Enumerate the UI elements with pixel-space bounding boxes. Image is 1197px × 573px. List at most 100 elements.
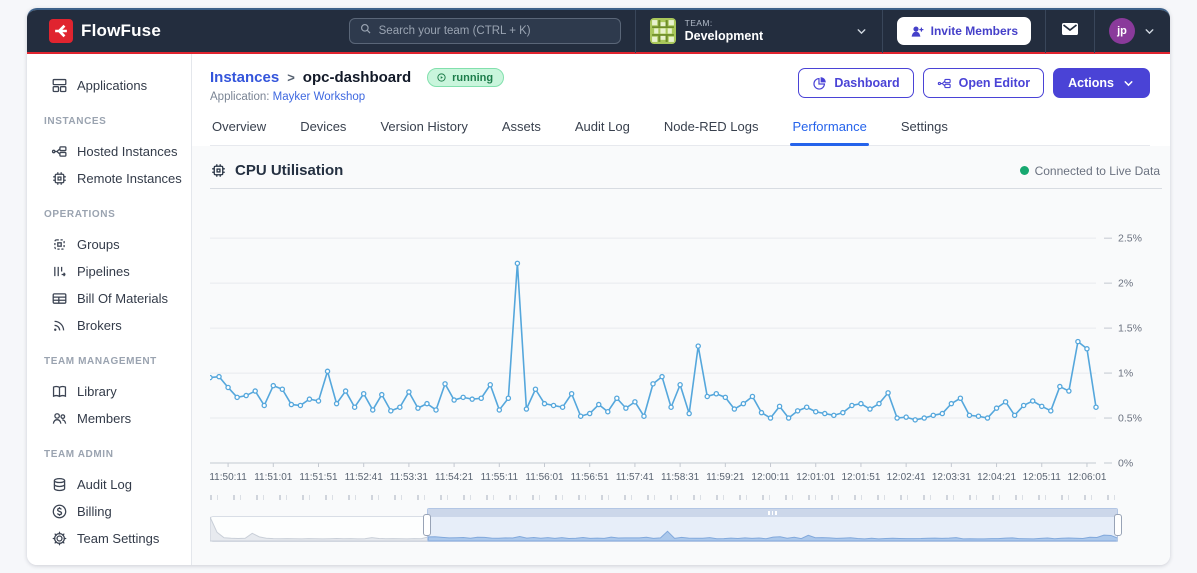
sidebar-item-team-settings[interactable]: Team Settings (27, 525, 191, 552)
gear-icon (52, 531, 67, 546)
brush-handle-left[interactable] (422, 514, 431, 536)
live-status: Connected to Live Data (1019, 164, 1160, 178)
tab-overview[interactable]: Overview (210, 119, 268, 145)
tab-assets[interactable]: Assets (500, 119, 543, 145)
breadcrumb-separator: > (287, 70, 295, 85)
envelope-icon (1060, 19, 1080, 44)
sidebar-item-label: Applications (77, 78, 148, 93)
team-label: TEAM: (684, 17, 713, 28)
brush-handle-right[interactable] (1114, 514, 1122, 536)
application-link[interactable]: Mayker Workshop (273, 91, 365, 103)
sidebar-item-label: Library (77, 384, 117, 399)
node-flow-icon (51, 146, 67, 157)
brush-selection[interactable] (426, 508, 1118, 542)
sidebar-item-label: Remote Instances (77, 171, 182, 186)
sidebar-item-label: Groups (77, 237, 120, 252)
sidebar-section-header: OPERATIONS (44, 209, 116, 220)
tab-version-history[interactable]: Version History (378, 119, 469, 145)
tab-performance[interactable]: Performance (790, 119, 870, 146)
page-header: Instances > opc-dashboard running Applic… (192, 54, 1170, 146)
user-menu[interactable]: jp (1109, 18, 1156, 44)
sidebar-item-label: Bill Of Materials (77, 291, 169, 306)
sidebar-item-hosted-instances[interactable]: Hosted Instances (27, 138, 191, 165)
database-icon (53, 477, 66, 492)
svg-text:11:51:51: 11:51:51 (299, 472, 338, 483)
actions-button[interactable]: Actions (1053, 68, 1150, 98)
svg-text:2%: 2% (1118, 278, 1133, 290)
team-search[interactable] (348, 18, 621, 44)
invite-members-button[interactable]: Invite Members (896, 17, 1031, 45)
svg-text:0%: 0% (1118, 458, 1133, 470)
sidebar-section-header: TEAM MANAGEMENT (44, 356, 157, 367)
team-name: Development (684, 28, 764, 43)
team-selector[interactable]: TEAM: Development (649, 17, 868, 44)
sidebar-item-groups[interactable]: Groups (27, 231, 191, 258)
svg-text:2.5%: 2.5% (1118, 233, 1142, 245)
members-icon (52, 413, 67, 424)
team-avatar-identicon (649, 18, 676, 44)
sidebar-item-label: Audit Log (77, 477, 132, 492)
notifications-mail-button[interactable] (1060, 19, 1080, 44)
instance-name: opc-dashboard (302, 69, 412, 86)
tab-settings[interactable]: Settings (899, 119, 950, 145)
svg-text:12:01:51: 12:01:51 (841, 472, 880, 483)
svg-text:1.5%: 1.5% (1118, 323, 1142, 335)
svg-text:12:00:11: 12:00:11 (751, 472, 790, 483)
sidebar-item-label: Billing (77, 504, 112, 519)
sidebar-item-label: Brokers (77, 318, 122, 333)
sidebar-item-library[interactable]: Library (27, 378, 191, 405)
sidebar-nav: Applications INSTANCES Hosted Instances Rem… (27, 54, 192, 565)
applications-icon (52, 78, 67, 93)
sidebar-item-members[interactable]: Members (27, 405, 191, 432)
chip-icon (53, 172, 66, 185)
breadcrumb: Instances > opc-dashboard running (210, 68, 505, 87)
dashboard-button[interactable]: Dashboard (798, 68, 914, 98)
node-flow-icon (937, 78, 951, 88)
status-badge: running (427, 68, 505, 87)
sidebar-item-label: Hosted Instances (77, 144, 178, 159)
tab-devices[interactable]: Devices (298, 119, 348, 145)
sidebar-item-remote-instances[interactable]: Remote Instances (27, 165, 191, 192)
pie-chart-icon (813, 76, 827, 90)
top-navbar: FlowFuse Search your team (CTRL + K) TEA… (27, 10, 1170, 54)
tab-audit-log[interactable]: Audit Log (573, 119, 632, 145)
sidebar-item-billing[interactable]: Billing (27, 498, 191, 525)
brush-drag-grip[interactable] (427, 509, 1117, 517)
svg-text:12:04:21: 12:04:21 (977, 472, 1016, 483)
panel-title: CPU Utilisation (210, 162, 343, 179)
sidebar-item-brokers[interactable]: Brokers (27, 312, 191, 339)
svg-text:11:59:21: 11:59:21 (706, 472, 745, 483)
breadcrumb-instances-link[interactable]: Instances (210, 69, 279, 86)
svg-text:1%: 1% (1118, 368, 1133, 380)
sidebar-item-audit-log[interactable]: Audit Log (27, 471, 191, 498)
live-status-dot (1019, 166, 1029, 175)
application-line: Application: Mayker Workshop (210, 91, 366, 103)
flowfuse-logo-icon (49, 19, 73, 43)
tab-node-red-logs[interactable]: Node-RED Logs (662, 119, 761, 145)
sidebar-item-label: Pipelines (77, 264, 130, 279)
play-circle-icon (437, 73, 446, 82)
cpu-chip-icon (212, 164, 225, 177)
search-input[interactable] (378, 25, 611, 37)
sidebar-item-label: Team Settings (77, 531, 160, 546)
svg-text:11:52:41: 11:52:41 (345, 472, 384, 483)
cpu-chart: 0% 0.5% 1% 1.5% 2% 2.5% 11:50:11 11:51:01 11:51:… (210, 195, 1162, 487)
sidebar-item-pipelines[interactable]: Pipelines (27, 258, 191, 285)
performance-content: CPU Utilisation Connected to Live Data 0… (192, 146, 1170, 565)
book-icon (52, 385, 67, 398)
pipelines-icon (54, 266, 66, 277)
svg-text:11:58:31: 11:58:31 (661, 472, 700, 483)
flowfuse-logo[interactable]: FlowFuse (49, 19, 161, 43)
user-avatar: jp (1109, 18, 1135, 44)
svg-text:12:01:01: 12:01:01 (796, 472, 835, 483)
broadcast-icon (54, 320, 65, 331)
sidebar-item-applications[interactable]: Applications (27, 72, 191, 99)
time-range-brush[interactable] (210, 508, 1122, 542)
chevron-down-icon (855, 25, 868, 38)
brand-name: FlowFuse (81, 21, 161, 40)
svg-text:11:56:51: 11:56:51 (571, 472, 610, 483)
open-editor-button[interactable]: Open Editor (922, 68, 1045, 98)
sidebar-item-bill-of-materials[interactable]: Bill Of Materials (27, 285, 191, 312)
svg-text:11:56:01: 11:56:01 (525, 472, 564, 483)
instance-tabs: Overview Devices Version History Assets Audi… (210, 119, 1150, 146)
